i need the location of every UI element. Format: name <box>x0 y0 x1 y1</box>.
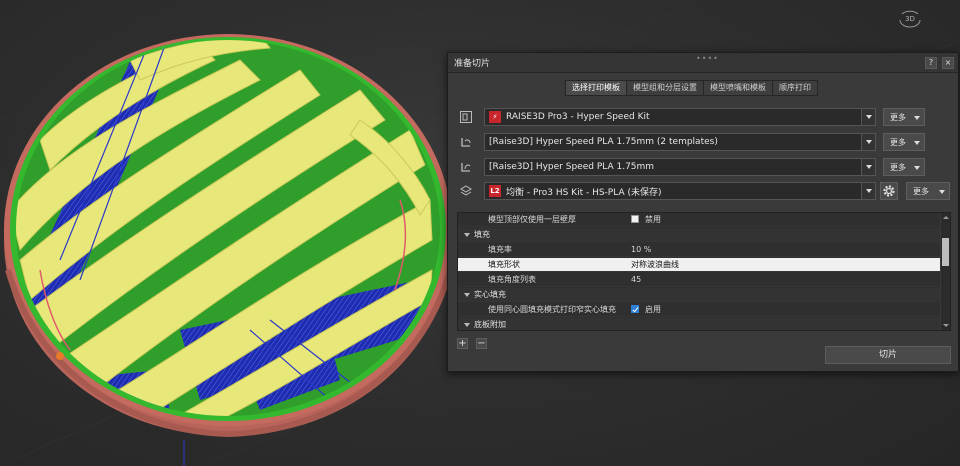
setting-value: 10 % <box>631 245 652 254</box>
printer-select-value: RAISE3D Pro3 - Hyper Speed Kit <box>506 112 650 122</box>
settings-table[interactable]: 模型顶部仅使用一层壁厚 禁用 填充 填充率 10 % 填充形状 对称波浪曲线 填… <box>457 212 951 331</box>
layers-icon <box>460 185 472 196</box>
tab-bar: 选择打印模板 模型组和分层设置 模型喷嘴和模板 顺序打印 <box>565 80 818 96</box>
collapse-triangle-icon[interactable] <box>464 323 470 327</box>
printer-profile-row: ⚡ RAISE3D Pro3 - Hyper Speed Kit 更多 <box>448 107 958 127</box>
setting-value: 启用 <box>631 303 661 317</box>
scroll-up-icon[interactable] <box>943 216 949 219</box>
right-material-select[interactable]: [Raise3D] Hyper Speed PLA 1.75mm <box>484 158 876 176</box>
prepare-slice-dialog: •••• 准备切片 ? × 选择打印模板 模型组和分层设置 模型喷嘴和模板 顺序… <box>447 52 959 372</box>
tab-model-group-layers[interactable]: 模型组和分层设置 <box>627 81 704 95</box>
tab-sequential-print[interactable]: 顺序打印 <box>773 81 817 95</box>
scroll-down-icon[interactable] <box>943 324 949 327</box>
left-material-row: [Raise3D] Hyper Speed PLA 1.75mm (2 temp… <box>448 132 958 152</box>
setting-row-infill-density[interactable]: 填充率 10 % <box>458 243 940 257</box>
template-settings-button[interactable] <box>880 182 898 200</box>
caret-down-icon <box>914 166 920 170</box>
slicing-template-value: 均衡 - Pro3 HS Kit - HS-PLA (未保存) <box>506 187 662 198</box>
setting-label: 模型顶部仅使用一层壁厚 <box>488 215 576 224</box>
checkbox-off[interactable] <box>631 215 639 223</box>
printer-icon <box>460 111 472 123</box>
setting-row-top-single-wall[interactable]: 模型顶部仅使用一层壁厚 禁用 <box>458 213 940 227</box>
right-material-value: [Raise3D] Hyper Speed PLA 1.75mm <box>489 162 655 172</box>
caret-down-icon <box>914 116 920 120</box>
chevron-down-icon[interactable] <box>861 159 875 175</box>
left-material-more-label: 更多 <box>890 137 906 147</box>
printer-select[interactable]: ⚡ RAISE3D Pro3 - Hyper Speed Kit <box>484 108 876 126</box>
setting-value: 45 <box>631 275 642 284</box>
caret-down-icon <box>914 141 920 145</box>
dialog-titlebar[interactable]: •••• 准备切片 ? × <box>448 53 958 73</box>
setting-value: 禁用 <box>631 213 661 227</box>
setting-value: 对称波浪曲线 <box>631 260 679 269</box>
setting-row-infill-angles[interactable]: 填充角度列表 45 <box>458 273 940 287</box>
slicing-template-select[interactable]: L2 均衡 - Pro3 HS Kit - HS-PLA (未保存) <box>484 182 876 200</box>
setting-label: 使用同心圆填充模式打印窄实心填充 <box>488 305 616 314</box>
right-extruder-icon <box>461 163 471 172</box>
view-cube-arrows: 3D <box>899 10 921 28</box>
collapse-triangle-icon[interactable] <box>464 293 470 297</box>
chevron-down-icon[interactable] <box>861 134 875 150</box>
left-material-more-button[interactable]: 更多 <box>883 133 925 151</box>
section-infill[interactable]: 填充 <box>458 228 940 242</box>
settings-scrollbar[interactable] <box>940 213 950 330</box>
template-badge-icon: L2 <box>489 185 501 197</box>
setting-value-text: 禁用 <box>645 215 661 224</box>
setting-value-text: 启用 <box>645 305 661 314</box>
scrollbar-thumb[interactable] <box>942 238 949 266</box>
section-label: 实心填充 <box>474 290 506 299</box>
collapse-triangle-icon[interactable] <box>464 233 470 237</box>
view-cube-label: 3D <box>905 15 915 23</box>
right-material-more-button[interactable]: 更多 <box>883 158 925 176</box>
printer-more-button[interactable]: 更多 <box>883 108 925 126</box>
slice-button[interactable]: 切片 <box>825 346 951 364</box>
chevron-down-icon[interactable] <box>861 109 875 125</box>
printer-more-label: 更多 <box>890 112 906 122</box>
left-material-select[interactable]: [Raise3D] Hyper Speed PLA 1.75mm (2 temp… <box>484 133 876 151</box>
template-more-button[interactable]: 更多 <box>906 182 950 200</box>
remove-button[interactable]: − <box>476 338 487 349</box>
close-button[interactable]: × <box>942 57 954 69</box>
right-material-more-label: 更多 <box>890 162 906 172</box>
setting-row-concentric-solid[interactable]: 使用同心圆填充模式打印窄实心填充 启用 <box>458 303 940 317</box>
setting-row-infill-pattern[interactable]: 填充形状 对称波浪曲线 <box>458 258 940 272</box>
help-button[interactable]: ? <box>925 57 937 69</box>
view-cube-3d-icon[interactable]: 3D <box>896 6 924 30</box>
left-extruder-icon <box>461 138 471 147</box>
drag-grip-icon[interactable]: •••• <box>696 54 719 63</box>
caret-down-icon <box>939 190 945 194</box>
tab-select-template[interactable]: 选择打印模板 <box>566 81 627 95</box>
left-material-value: [Raise3D] Hyper Speed PLA 1.75mm (2 temp… <box>489 137 718 147</box>
section-solid-fill[interactable]: 实心填充 <box>458 288 940 302</box>
dialog-title: 准备切片 <box>454 59 491 69</box>
gear-icon <box>883 185 895 197</box>
printer-badge-icon: ⚡ <box>489 111 501 123</box>
section-label: 填充 <box>474 230 490 239</box>
checkbox-on[interactable] <box>631 305 639 313</box>
setting-label: 填充率 <box>488 245 512 254</box>
slicing-template-row: L2 均衡 - Pro3 HS Kit - HS-PLA (未保存) 更多 <box>448 181 958 201</box>
section-label: 底板附加 <box>474 320 506 329</box>
chevron-down-icon[interactable] <box>861 183 875 199</box>
setting-label: 填充角度列表 <box>488 275 536 284</box>
section-raft-adhesion[interactable]: 底板附加 <box>458 318 940 330</box>
tab-model-nozzle-template[interactable]: 模型喷嘴和模板 <box>704 81 773 95</box>
right-material-row: [Raise3D] Hyper Speed PLA 1.75mm 更多 <box>448 157 958 177</box>
template-more-label: 更多 <box>913 186 929 196</box>
setting-label: 填充形状 <box>488 260 520 269</box>
add-button[interactable]: + <box>457 338 468 349</box>
